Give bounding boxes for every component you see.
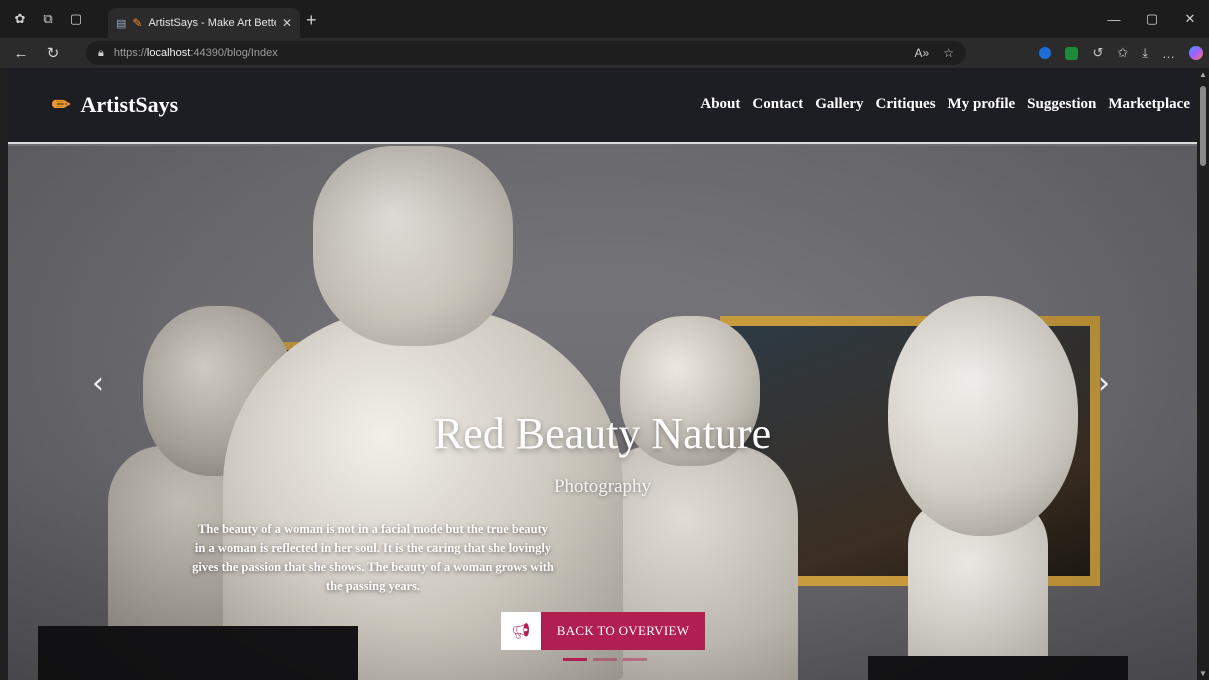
close-tab-icon[interactable]: ✕: [282, 16, 292, 30]
extension-blue-icon[interactable]: [1039, 47, 1052, 59]
carousel-indicator[interactable]: [563, 658, 587, 661]
hero-carousel: ‹ › Red Beauty Nature Photography The be…: [8, 146, 1197, 680]
brand-logo[interactable]: ✏ ArtistSays: [52, 92, 178, 118]
main-menu: About Contact Gallery Critiques My profi…: [700, 96, 1190, 113]
scroll-down-icon[interactable]: ▼: [1199, 669, 1207, 678]
extension-green-icon[interactable]: [1065, 46, 1079, 60]
page-viewport: ✏ ArtistSays About Contact Gallery Criti…: [8, 68, 1197, 680]
copilot-refresh-icon[interactable]: ↺: [1092, 45, 1103, 61]
browser-tab[interactable]: ▤ ✎ ArtistSays - Make Art Better ✕: [108, 8, 300, 38]
more-menu-icon[interactable]: …: [1162, 46, 1175, 61]
copilot-icon[interactable]: [1189, 46, 1203, 60]
downloads-icon[interactable]: ⤓: [1142, 45, 1148, 61]
url-host: localhost: [146, 47, 191, 59]
url-prefix: https://: [113, 47, 147, 59]
hero-title: Red Beauty Nature: [433, 409, 772, 458]
tab-title: ArtistSays - Make Art Better: [148, 17, 276, 29]
restore-icon[interactable]: ▢: [1133, 0, 1171, 38]
brand-name: ArtistSays: [80, 92, 179, 117]
page-scrollbar[interactable]: ▲ ▼: [1197, 68, 1209, 680]
hero-subtitle: Photography: [553, 476, 652, 497]
back-to-overview-button[interactable]: 📢︎ BACK TO OVERVIEW: [501, 612, 705, 650]
read-aloud-icon[interactable]: A»: [915, 46, 930, 60]
carousel-prev-icon[interactable]: ‹: [92, 366, 104, 401]
hero-description: The beauty of a woman is not in a facial…: [192, 522, 554, 593]
tab-favicon-icon: ▤: [116, 17, 127, 30]
toolbar-icons: ↺ ✩ ⤓ …: [1039, 38, 1203, 68]
lock-icon: 🔒︎: [98, 46, 104, 59]
browser-tab-bar: ✿ ⧉ ▢ ▤ ✎ ArtistSays - Make Art Better ✕…: [0, 0, 1209, 38]
back-icon[interactable]: ←: [6, 38, 36, 68]
menu-item-gallery[interactable]: Gallery: [815, 96, 863, 113]
menu-item-contact[interactable]: Contact: [752, 96, 803, 113]
pencil-icon: ✏: [52, 92, 71, 117]
minimize-icon[interactable]: —: [1095, 0, 1133, 38]
megaphone-icon: 📢︎: [501, 612, 541, 650]
favorites-icon[interactable]: ✩: [1117, 45, 1128, 61]
address-bar[interactable]: 🔒︎ https:// localhost :44390/blog/Index …: [86, 41, 966, 65]
profile-avatar-icon[interactable]: ✿: [6, 5, 34, 33]
menu-item-suggestion[interactable]: Suggestion: [1027, 96, 1096, 113]
new-tab-icon[interactable]: +: [306, 10, 317, 31]
back-to-overview-label: BACK TO OVERVIEW: [541, 612, 705, 650]
tab-actions-icon[interactable]: ▢: [62, 5, 90, 33]
site-header: ✏ ArtistSays About Contact Gallery Criti…: [8, 68, 1197, 144]
close-window-icon[interactable]: ✕: [1171, 0, 1209, 38]
carousel-next-icon[interactable]: ›: [1098, 366, 1110, 401]
favorite-star-icon[interactable]: ☆: [943, 46, 954, 60]
workspaces-icon[interactable]: ⧉: [34, 5, 62, 33]
scrollbar-thumb[interactable]: [1200, 86, 1206, 166]
carousel-indicator[interactable]: [593, 658, 617, 661]
menu-item-about[interactable]: About: [700, 96, 740, 113]
menu-item-my-profile[interactable]: My profile: [948, 96, 1016, 113]
refresh-icon[interactable]: ↻: [38, 38, 68, 68]
pencil-favicon-icon: ✎: [132, 16, 143, 30]
url-path: :44390/blog/Index: [190, 47, 278, 59]
scroll-up-icon[interactable]: ▲: [1199, 70, 1207, 79]
carousel-indicators: [563, 658, 647, 661]
menu-item-marketplace[interactable]: Marketplace: [1108, 96, 1190, 113]
window-controls: — ▢ ✕: [1095, 0, 1209, 38]
menu-item-critiques[interactable]: Critiques: [876, 96, 936, 113]
carousel-indicator[interactable]: [623, 658, 647, 661]
browser-nav-bar: ← ↻ 🔒︎ https:// localhost :44390/blog/In…: [0, 38, 1209, 68]
